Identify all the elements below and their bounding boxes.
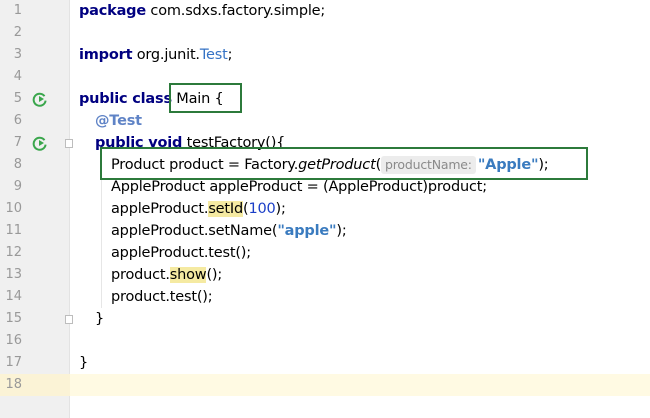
code-line: 10 [0, 198, 650, 220]
code-text: product.test(); [111, 289, 213, 305]
highlight-box-factory-call [100, 147, 588, 180]
line-number: 9 [13, 179, 22, 194]
code-text: @Test [95, 113, 142, 129]
run-class-icon[interactable] [32, 91, 48, 107]
code-editor[interactable]: 1 2 3 4 5 6 7 8 9 10 11 12 13 14 15 16 1… [0, 0, 650, 418]
code-text: } [95, 311, 105, 327]
code-text: product.show(); [111, 267, 223, 283]
code-line: 2 [0, 22, 650, 44]
code-text: } [79, 355, 89, 371]
line-number: 12 [5, 245, 22, 260]
highlight-box-main [169, 83, 242, 113]
code-text: import org.junit.Test; [79, 47, 233, 63]
code-line: 13 [0, 264, 650, 286]
code-text: appleProduct.setName("apple"); [111, 223, 347, 239]
line-number: 8 [13, 157, 22, 172]
line-number: 13 [5, 267, 22, 282]
line-number: 15 [5, 311, 22, 326]
line-number: 4 [13, 69, 22, 84]
line-number: 14 [5, 289, 22, 304]
line-number: 16 [5, 333, 22, 348]
fold-icon[interactable] [65, 315, 73, 324]
code-line: 17 [0, 352, 650, 374]
code-text: appleProduct.test(); [111, 245, 251, 261]
fold-icon[interactable] [65, 139, 73, 148]
run-test-icon[interactable] [32, 135, 48, 151]
code-line: 12 [0, 242, 650, 264]
code-text: package com.sdxs.factory.simple; [79, 3, 326, 19]
code-line: 14 [0, 286, 650, 308]
code-line: 16 [0, 330, 650, 352]
line-number: 2 [13, 25, 22, 40]
line-number: 10 [5, 201, 22, 216]
line-number: 3 [13, 47, 22, 62]
line-number: 18 [5, 377, 22, 392]
line-number: 11 [5, 223, 22, 238]
code-line: 4 [0, 66, 650, 88]
line-number: 5 [13, 91, 22, 106]
line-number: 1 [13, 3, 22, 18]
code-line: 18 [0, 374, 650, 396]
line-number: 7 [13, 135, 22, 150]
line-number: 17 [5, 355, 22, 370]
line-number: 6 [13, 113, 22, 128]
code-text: appleProduct.setId(100); [111, 201, 286, 217]
